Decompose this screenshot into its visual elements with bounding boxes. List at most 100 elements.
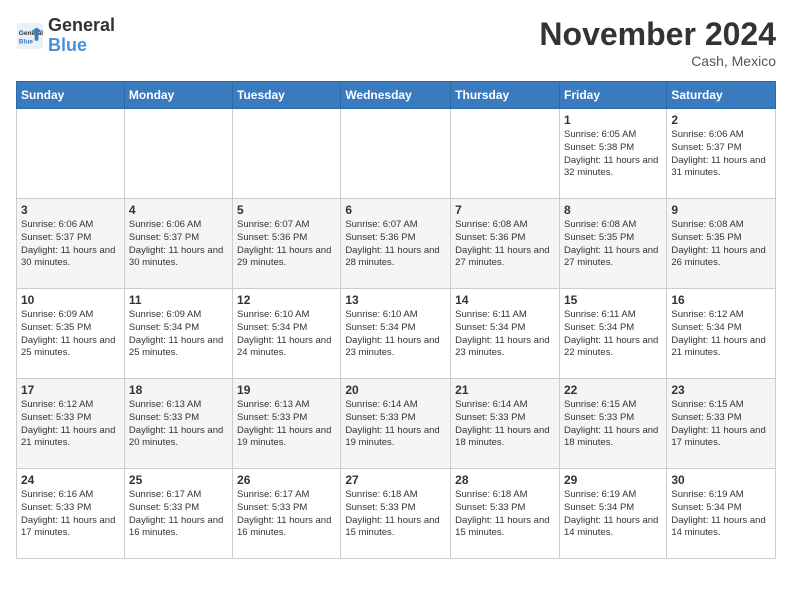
day-info: Sunrise: 6:17 AM Sunset: 5:33 PM Dayligh… xyxy=(129,489,228,540)
day-info: Sunrise: 6:16 AM Sunset: 5:33 PM Dayligh… xyxy=(21,489,120,540)
logo-icon: General Blue xyxy=(16,22,44,50)
day-info: Sunrise: 6:07 AM Sunset: 5:36 PM Dayligh… xyxy=(237,219,336,270)
day-number: 18 xyxy=(129,383,228,397)
day-info: Sunrise: 6:15 AM Sunset: 5:33 PM Dayligh… xyxy=(564,399,662,450)
day-number: 13 xyxy=(345,293,446,307)
day-info: Sunrise: 6:18 AM Sunset: 5:33 PM Dayligh… xyxy=(455,489,555,540)
calendar-week-row: 17 Sunrise: 6:12 AM Sunset: 5:33 PM Dayli… xyxy=(17,379,776,469)
calendar-cell: 4 Sunrise: 6:06 AM Sunset: 5:37 PM Daylig… xyxy=(124,199,232,289)
day-number: 9 xyxy=(671,203,771,217)
calendar-cell: 16Sunrise: 6:12 AM Sunset: 5:34 PM Dayli… xyxy=(667,289,776,379)
day-info: Sunrise: 6:06 AM Sunset: 5:37 PM Dayligh… xyxy=(129,219,228,270)
day-info: Sunrise: 6:10 AM Sunset: 5:34 PM Dayligh… xyxy=(237,309,336,360)
calendar-cell: 1 Sunrise: 6:05 AM Sunset: 5:38 PM Daylig… xyxy=(559,109,666,199)
location: Cash, Mexico xyxy=(539,53,776,69)
logo: General Blue GeneralBlue xyxy=(16,16,115,56)
calendar-week-row: 24 Sunrise: 6:16 AM Sunset: 5:33 PM Dayli… xyxy=(17,469,776,559)
day-number: 7 xyxy=(455,203,555,217)
day-info: Sunrise: 6:05 AM Sunset: 5:38 PM Dayligh… xyxy=(564,129,662,180)
calendar-cell: 19Sunrise: 6:13 AM Sunset: 5:33 PM Dayli… xyxy=(233,379,341,469)
day-info: Sunrise: 6:11 AM Sunset: 5:34 PM Dayligh… xyxy=(455,309,555,360)
day-number: 22 xyxy=(564,383,662,397)
calendar-cell: 30 Sunrise: 6:19 AM Sunset: 5:34 PM Dayli… xyxy=(667,469,776,559)
day-number: 6 xyxy=(345,203,446,217)
day-info: Sunrise: 6:13 AM Sunset: 5:33 PM Dayligh… xyxy=(129,399,228,450)
calendar-cell: 21 Sunrise: 6:14 AM Sunset: 5:33 PM Dayli… xyxy=(451,379,560,469)
calendar-cell: 26 Sunrise: 6:17 AM Sunset: 5:33 PM Dayli… xyxy=(233,469,341,559)
day-number: 1 xyxy=(564,113,662,127)
day-number: 11 xyxy=(129,293,228,307)
weekday-header: Tuesday xyxy=(233,82,341,109)
day-info: Sunrise: 6:13 AM Sunset: 5:33 PM Dayligh… xyxy=(237,399,336,450)
calendar-cell: 10 Sunrise: 6:09 AM Sunset: 5:35 PM Dayli… xyxy=(17,289,125,379)
day-number: 16 xyxy=(671,293,771,307)
weekday-header: Wednesday xyxy=(341,82,451,109)
day-number: 21 xyxy=(455,383,555,397)
calendar-cell xyxy=(124,109,232,199)
day-number: 10 xyxy=(21,293,120,307)
day-number: 23 xyxy=(671,383,771,397)
day-info: Sunrise: 6:06 AM Sunset: 5:37 PM Dayligh… xyxy=(21,219,120,270)
day-info: Sunrise: 6:15 AM Sunset: 5:33 PM Dayligh… xyxy=(671,399,771,450)
day-info: Sunrise: 6:12 AM Sunset: 5:33 PM Dayligh… xyxy=(21,399,120,450)
calendar-cell: 9 Sunrise: 6:08 AM Sunset: 5:35 PM Daylig… xyxy=(667,199,776,289)
calendar-cell: 12Sunrise: 6:10 AM Sunset: 5:34 PM Dayli… xyxy=(233,289,341,379)
day-info: Sunrise: 6:14 AM Sunset: 5:33 PM Dayligh… xyxy=(455,399,555,450)
weekday-header: Monday xyxy=(124,82,232,109)
day-info: Sunrise: 6:19 AM Sunset: 5:34 PM Dayligh… xyxy=(564,489,662,540)
calendar-cell xyxy=(451,109,560,199)
day-number: 17 xyxy=(21,383,120,397)
weekday-header: Thursday xyxy=(451,82,560,109)
month-title: November 2024 xyxy=(539,16,776,53)
calendar-cell: 24 Sunrise: 6:16 AM Sunset: 5:33 PM Dayli… xyxy=(17,469,125,559)
day-info: Sunrise: 6:08 AM Sunset: 5:36 PM Dayligh… xyxy=(455,219,555,270)
day-number: 4 xyxy=(129,203,228,217)
calendar-cell: 28 Sunrise: 6:18 AM Sunset: 5:33 PM Dayli… xyxy=(451,469,560,559)
day-info: Sunrise: 6:08 AM Sunset: 5:35 PM Dayligh… xyxy=(564,219,662,270)
day-number: 27 xyxy=(345,473,446,487)
calendar: SundayMondayTuesdayWednesdayThursdayFrid… xyxy=(16,81,776,559)
calendar-week-row: 1 Sunrise: 6:05 AM Sunset: 5:38 PM Daylig… xyxy=(17,109,776,199)
day-number: 30 xyxy=(671,473,771,487)
calendar-cell: 7 Sunrise: 6:08 AM Sunset: 5:36 PM Daylig… xyxy=(451,199,560,289)
title-block: November 2024 Cash, Mexico xyxy=(539,16,776,69)
day-number: 14 xyxy=(455,293,555,307)
page-header: General Blue GeneralBlue November 2024 C… xyxy=(16,16,776,69)
day-info: Sunrise: 6:06 AM Sunset: 5:37 PM Dayligh… xyxy=(671,129,771,180)
day-info: Sunrise: 6:09 AM Sunset: 5:35 PM Dayligh… xyxy=(21,309,120,360)
calendar-cell: 15Sunrise: 6:11 AM Sunset: 5:34 PM Dayli… xyxy=(559,289,666,379)
day-number: 8 xyxy=(564,203,662,217)
day-info: Sunrise: 6:19 AM Sunset: 5:34 PM Dayligh… xyxy=(671,489,771,540)
calendar-cell: 29 Sunrise: 6:19 AM Sunset: 5:34 PM Dayli… xyxy=(559,469,666,559)
day-info: Sunrise: 6:17 AM Sunset: 5:33 PM Dayligh… xyxy=(237,489,336,540)
weekday-header: Sunday xyxy=(17,82,125,109)
calendar-cell: 6 Sunrise: 6:07 AM Sunset: 5:36 PM Daylig… xyxy=(341,199,451,289)
calendar-cell: 2Sunrise: 6:06 AM Sunset: 5:37 PM Daylig… xyxy=(667,109,776,199)
calendar-cell: 25 Sunrise: 6:17 AM Sunset: 5:33 PM Dayli… xyxy=(124,469,232,559)
day-info: Sunrise: 6:08 AM Sunset: 5:35 PM Dayligh… xyxy=(671,219,771,270)
weekday-header: Friday xyxy=(559,82,666,109)
day-number: 20 xyxy=(345,383,446,397)
calendar-week-row: 10 Sunrise: 6:09 AM Sunset: 5:35 PM Dayli… xyxy=(17,289,776,379)
calendar-header-row: SundayMondayTuesdayWednesdayThursdayFrid… xyxy=(17,82,776,109)
calendar-cell: 8 Sunrise: 6:08 AM Sunset: 5:35 PM Daylig… xyxy=(559,199,666,289)
calendar-cell xyxy=(17,109,125,199)
day-number: 5 xyxy=(237,203,336,217)
day-number: 24 xyxy=(21,473,120,487)
day-info: Sunrise: 6:07 AM Sunset: 5:36 PM Dayligh… xyxy=(345,219,446,270)
calendar-cell: 18 Sunrise: 6:13 AM Sunset: 5:33 PM Dayli… xyxy=(124,379,232,469)
calendar-cell: 22 Sunrise: 6:15 AM Sunset: 5:33 PM Dayli… xyxy=(559,379,666,469)
day-number: 25 xyxy=(129,473,228,487)
day-number: 29 xyxy=(564,473,662,487)
calendar-cell: 27 Sunrise: 6:18 AM Sunset: 5:33 PM Dayli… xyxy=(341,469,451,559)
calendar-cell: 23 Sunrise: 6:15 AM Sunset: 5:33 PM Dayli… xyxy=(667,379,776,469)
calendar-week-row: 3 Sunrise: 6:06 AM Sunset: 5:37 PM Daylig… xyxy=(17,199,776,289)
day-info: Sunrise: 6:18 AM Sunset: 5:33 PM Dayligh… xyxy=(345,489,446,540)
calendar-cell: 11 Sunrise: 6:09 AM Sunset: 5:34 PM Dayli… xyxy=(124,289,232,379)
day-number: 28 xyxy=(455,473,555,487)
day-number: 3 xyxy=(21,203,120,217)
logo-text: GeneralBlue xyxy=(48,16,115,56)
day-info: Sunrise: 6:09 AM Sunset: 5:34 PM Dayligh… xyxy=(129,309,228,360)
calendar-cell: 5 Sunrise: 6:07 AM Sunset: 5:36 PM Daylig… xyxy=(233,199,341,289)
day-number: 26 xyxy=(237,473,336,487)
